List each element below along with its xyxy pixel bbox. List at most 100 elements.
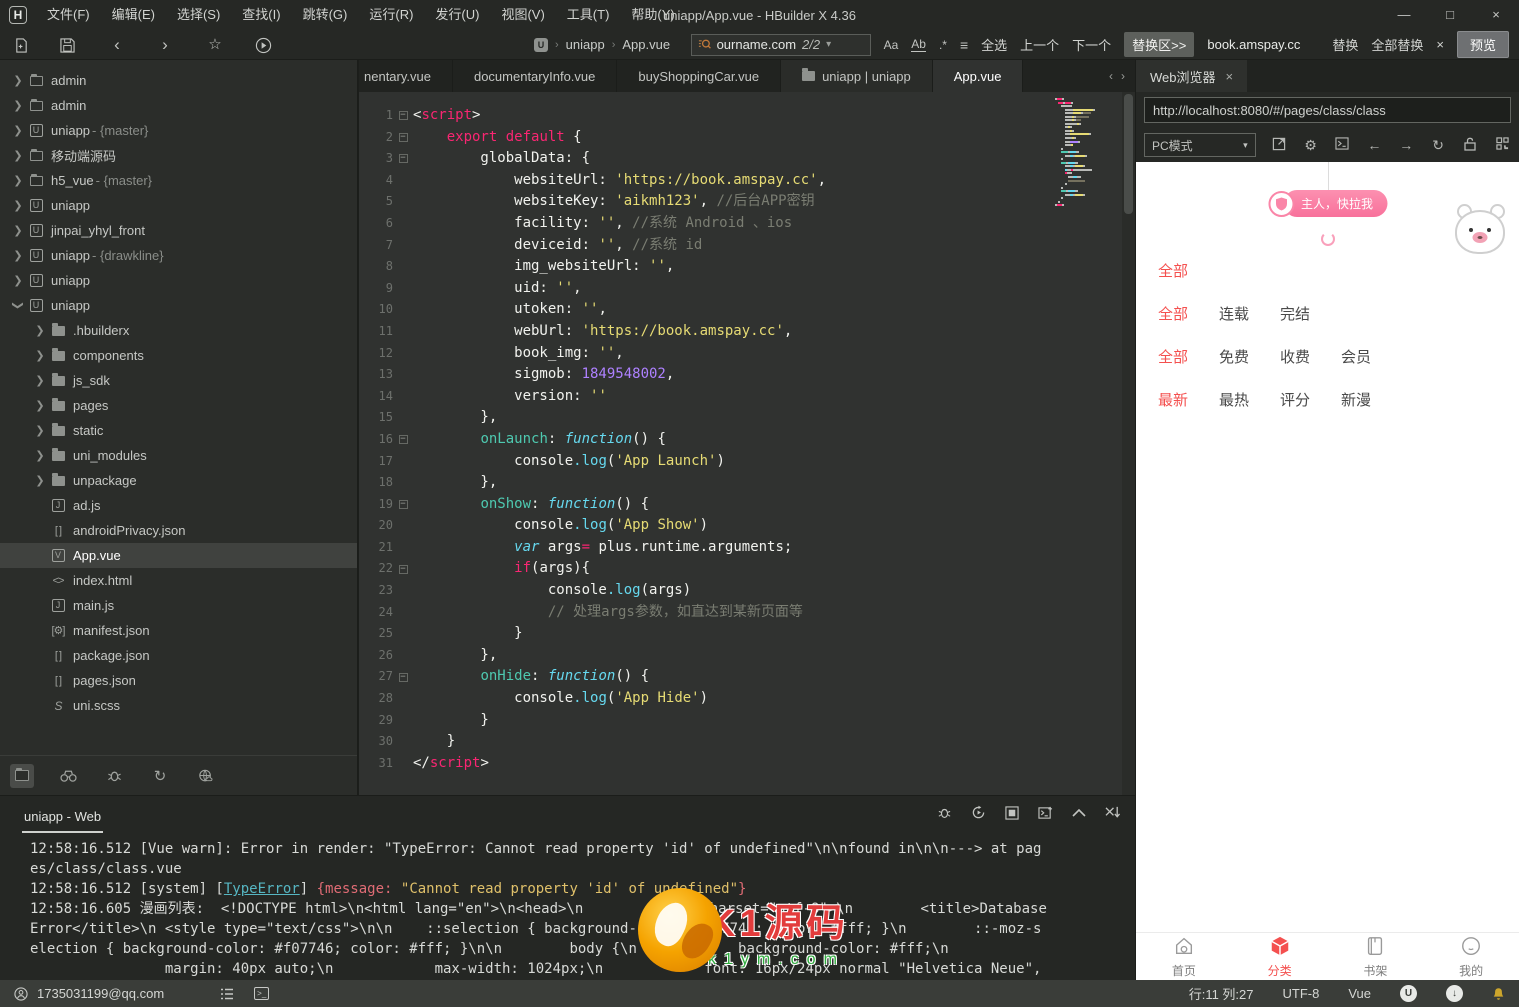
notification-bell-icon[interactable]: [1492, 987, 1505, 1001]
uniapp-badge-icon[interactable]: U: [1400, 985, 1417, 1002]
filter-item-全部[interactable]: 全部: [1158, 306, 1188, 323]
editor-tab-uniappuniapp[interactable]: uniapp | uniapp: [781, 60, 933, 92]
code-area[interactable]: 1− <script> 2− export default {3− globalDa…: [359, 92, 1135, 795]
filter-item-全部[interactable]: 全部: [1158, 263, 1188, 280]
open-external-icon[interactable]: [1270, 137, 1288, 154]
menu-item[interactable]: 跳转(G): [292, 0, 359, 30]
tree-item-package.json[interactable]: [ ] package.json: [0, 643, 357, 668]
filter-item-连载[interactable]: 连载: [1219, 306, 1249, 323]
device-mode-select[interactable]: PC模式 ▾: [1144, 133, 1256, 157]
filter-item-免费[interactable]: 免费: [1219, 349, 1249, 366]
close-browser-tab-icon[interactable]: ×: [1226, 69, 1234, 84]
fold-icon[interactable]: −: [393, 558, 413, 580]
menu-item[interactable]: 查找(I): [231, 0, 291, 30]
scrollbar-thumb[interactable]: [1124, 94, 1133, 214]
collapse-panel-icon[interactable]: [1072, 808, 1086, 817]
tree-item-main.js[interactable]: Jmain.js: [0, 593, 357, 618]
cursor-position[interactable]: 行:11 列:27: [1189, 984, 1254, 1003]
tree-item-uni_modules[interactable]: ❯ uni_modules: [0, 443, 357, 468]
whole-word-icon[interactable]: Ab: [911, 37, 926, 52]
bookmark-star-icon[interactable]: ☆: [202, 31, 228, 59]
browser-refresh-icon[interactable]: ↻: [1429, 137, 1447, 154]
tree-item-ad.js[interactable]: Jad.js: [0, 493, 357, 518]
menu-item[interactable]: 运行(R): [358, 0, 424, 30]
app-tab-书架[interactable]: 书架: [1328, 933, 1424, 980]
filter-item-最热[interactable]: 最热: [1219, 392, 1249, 409]
search-input[interactable]: ourname.com 2/2 ▾: [690, 33, 871, 56]
previous-match-button[interactable]: 上一个: [1020, 35, 1059, 54]
tree-item-uniapp[interactable]: ❯ Uuniapp - {drawkline}: [0, 243, 357, 268]
url-input[interactable]: [1144, 97, 1511, 123]
tree-item-uni.scss[interactable]: Suni.scss: [0, 693, 357, 718]
tree-item-移动端源码[interactable]: ❯ 移动端源码: [0, 143, 357, 168]
filter-item-全部[interactable]: 全部: [1158, 349, 1188, 366]
menu-item[interactable]: 发行(U): [424, 0, 490, 30]
browser-back-icon[interactable]: ←: [1365, 137, 1383, 153]
tree-item-pages[interactable]: ❯ pages: [0, 393, 357, 418]
fold-icon[interactable]: −: [393, 494, 413, 516]
menu-item[interactable]: 编辑(E): [101, 0, 166, 30]
restart-icon[interactable]: [971, 805, 986, 820]
menu-item[interactable]: 文件(F): [36, 0, 101, 30]
fold-icon[interactable]: −: [393, 666, 413, 688]
next-match-button[interactable]: 下一个: [1072, 35, 1111, 54]
pull-banner[interactable]: 主人，快拉我: [1267, 190, 1388, 217]
clear-console-icon[interactable]: [1105, 806, 1121, 820]
scroll-tabs-right-icon[interactable]: ›: [1121, 69, 1125, 83]
debug-bug-icon[interactable]: [937, 805, 952, 820]
fold-icon[interactable]: −: [393, 105, 413, 127]
minimap[interactable]: [1055, 98, 1119, 208]
settings-gear-icon[interactable]: ⚙: [1302, 137, 1320, 154]
file-encoding[interactable]: UTF-8: [1283, 986, 1320, 1001]
save-icon[interactable]: [54, 31, 80, 59]
forward-icon[interactable]: ›: [152, 31, 178, 59]
tree-item-uniapp[interactable]: ❯ Uuniapp: [0, 293, 357, 318]
tree-item-androidPrivacy.json[interactable]: [ ] androidPrivacy.json: [0, 518, 357, 543]
tree-item-h5_vue[interactable]: ❯ h5_vue - {master}: [0, 168, 357, 193]
tree-item-admin[interactable]: ❯ admin: [0, 93, 357, 118]
tree-item-uniapp[interactable]: ❯ Uuniapp: [0, 268, 357, 293]
regex-icon[interactable]: .*: [939, 38, 947, 52]
fold-icon[interactable]: −: [393, 429, 413, 451]
user-account-icon[interactable]: [14, 986, 28, 1001]
filter-item-收费[interactable]: 收费: [1280, 349, 1310, 366]
new-terminal-icon[interactable]: [1038, 806, 1053, 820]
breadcrumb-file[interactable]: App.vue: [622, 37, 670, 52]
search-binoculars-icon[interactable]: [56, 764, 80, 788]
update-download-icon[interactable]: ↓: [1446, 985, 1463, 1002]
editor-tab-documentaryInfo.vue[interactable]: documentaryInfo.vue: [453, 60, 618, 92]
scroll-tabs-left-icon[interactable]: ‹: [1109, 69, 1113, 83]
replace-button[interactable]: 替换: [1332, 35, 1358, 54]
stop-icon[interactable]: [1005, 805, 1019, 820]
menu-item[interactable]: 选择(S): [166, 0, 231, 30]
globe-cloud-icon[interactable]: [194, 764, 218, 788]
file-syntax[interactable]: Vue: [1348, 986, 1371, 1001]
breadcrumb-project[interactable]: uniapp: [566, 37, 605, 52]
tree-item-pages.json[interactable]: [ ] pages.json: [0, 668, 357, 693]
tree-item-manifest.json[interactable]: [⚙] manifest.json: [0, 618, 357, 643]
tree-item-index.html[interactable]: <> index.html: [0, 568, 357, 593]
new-file-icon[interactable]: [8, 31, 34, 59]
tree-item-admin[interactable]: ❯ admin: [0, 68, 357, 93]
filter-item-新漫[interactable]: 新漫: [1341, 392, 1371, 409]
tree-item-unpackage[interactable]: ❯ unpackage: [0, 468, 357, 493]
menu-item[interactable]: 工具(T): [556, 0, 621, 30]
menu-item[interactable]: 帮助(Y): [620, 0, 685, 30]
terminal-icon[interactable]: >_: [254, 987, 270, 1000]
tree-item-static[interactable]: ❯ static: [0, 418, 357, 443]
tree-item-.hbuilderx[interactable]: ❯ .hbuilderx: [0, 318, 357, 343]
fold-icon[interactable]: −: [393, 148, 413, 170]
app-tab-分类[interactable]: 分类: [1232, 933, 1328, 980]
filter-item-最新[interactable]: 最新: [1158, 392, 1188, 409]
filter-item-会员[interactable]: 会员: [1341, 349, 1371, 366]
tree-item-uniapp[interactable]: ❯ Uuniapp: [0, 193, 357, 218]
preview-button[interactable]: 预览: [1456, 31, 1509, 58]
browser-tab[interactable]: Web浏览器 ×: [1136, 60, 1248, 92]
task-list-icon[interactable]: [220, 987, 234, 1000]
menu-item[interactable]: 视图(V): [490, 0, 555, 30]
tree-item-js_sdk[interactable]: ❯ js_sdk: [0, 368, 357, 393]
search-history-chevron-icon[interactable]: ▾: [826, 39, 831, 50]
editor-scrollbar[interactable]: [1122, 92, 1135, 795]
filter-item-完结[interactable]: 完结: [1280, 306, 1310, 323]
editor-tab-App.vue[interactable]: App.vue: [932, 60, 1024, 92]
